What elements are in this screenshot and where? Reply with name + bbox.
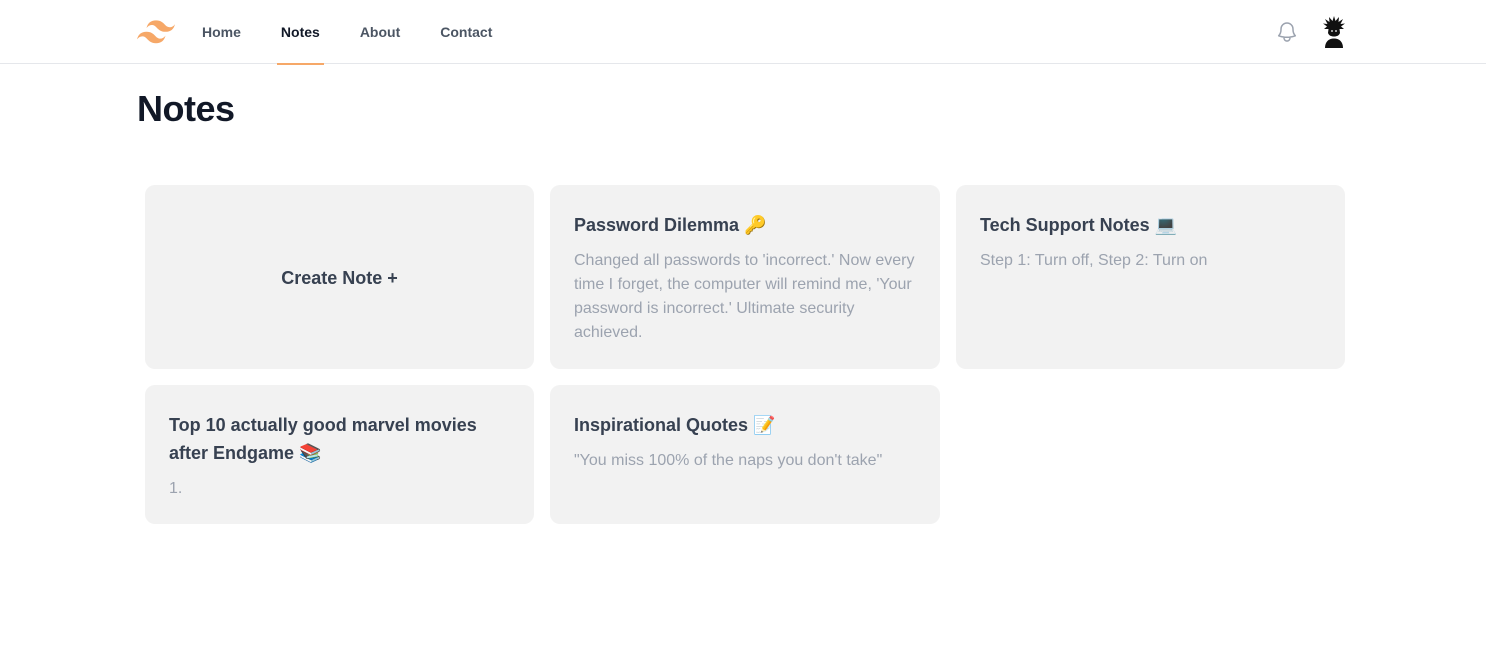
- note-card[interactable]: Tech Support Notes 💻 Step 1: Turn off, S…: [956, 185, 1345, 369]
- note-card[interactable]: Inspirational Quotes 📝 "You miss 100% of…: [550, 385, 940, 524]
- main-nav: Home Notes About Contact: [202, 0, 532, 65]
- page-title: Notes: [137, 88, 235, 129]
- note-card[interactable]: Password Dilemma 🔑 Changed all passwords…: [550, 185, 940, 369]
- bell-icon[interactable]: [1275, 20, 1299, 44]
- navbar-inner: Home Notes About Contact: [137, 0, 1349, 65]
- nav-notes-link[interactable]: Notes: [276, 0, 324, 65]
- create-note-label: Create Note +: [281, 267, 398, 288]
- navbar-actions: [1275, 16, 1349, 48]
- note-body: Changed all passwords to 'incorrect.' No…: [574, 252, 915, 341]
- nav-home-link[interactable]: Home: [202, 0, 241, 64]
- note-title: Password Dilemma 🔑: [574, 215, 767, 235]
- nav-contact-link[interactable]: Contact: [440, 0, 492, 64]
- notes-grid: Create Note + Password Dilemma 🔑 Changed…: [145, 185, 1345, 524]
- note-body: "You miss 100% of the naps you don't tak…: [574, 452, 883, 469]
- nav-about-link[interactable]: About: [360, 0, 400, 64]
- note-title: Tech Support Notes 💻: [980, 215, 1178, 235]
- note-body: Step 1: Turn off, Step 2: Turn on: [980, 252, 1208, 269]
- top-navbar: Home Notes About Contact: [0, 0, 1486, 65]
- avatar-silhouette-icon[interactable]: [1319, 16, 1349, 48]
- note-body: 1.: [169, 480, 183, 497]
- note-title: Inspirational Quotes 📝: [574, 415, 776, 435]
- tailwind-logo-icon[interactable]: [137, 20, 175, 44]
- note-card[interactable]: Top 10 actually good marvel movies after…: [145, 385, 534, 524]
- create-note-card[interactable]: Create Note +: [145, 185, 534, 369]
- note-title: Top 10 actually good marvel movies after…: [169, 415, 477, 463]
